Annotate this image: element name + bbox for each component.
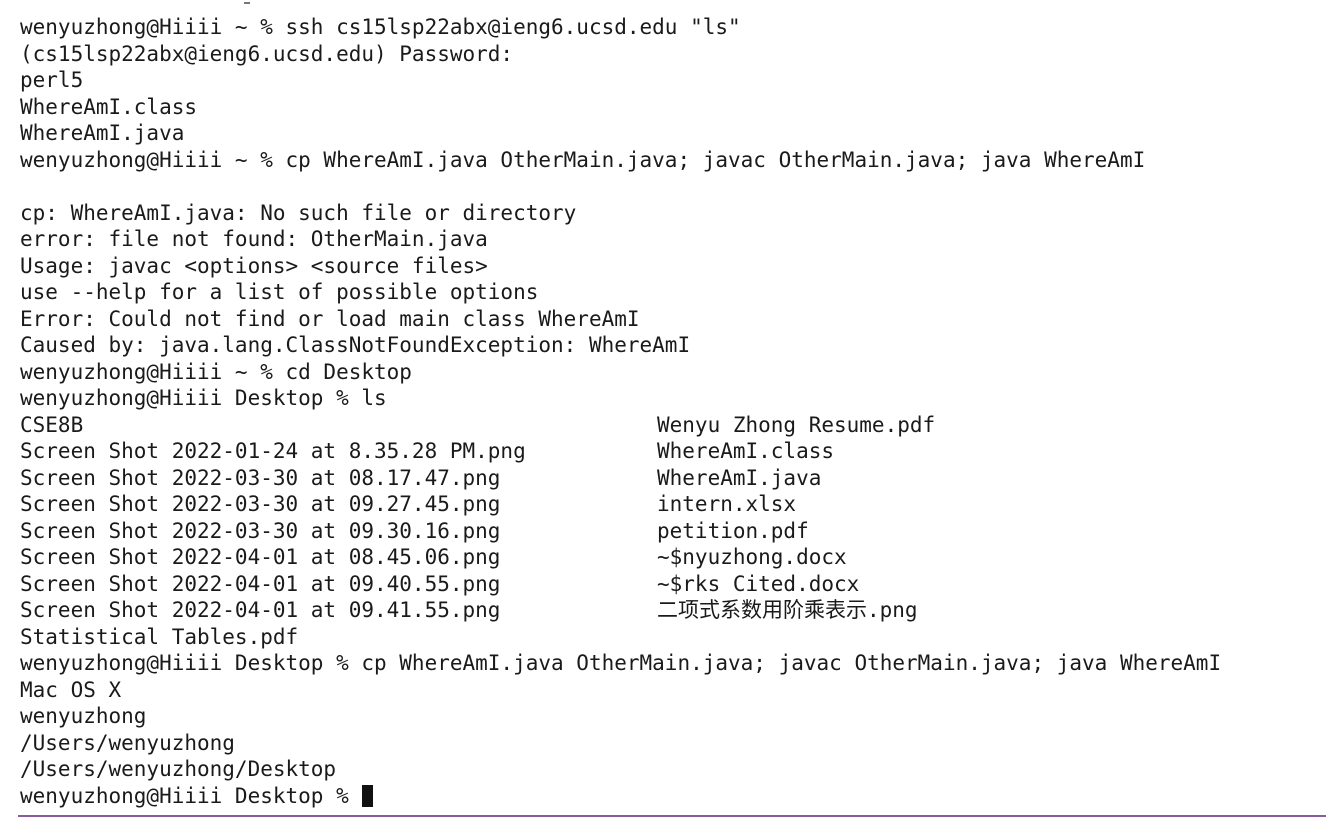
ls-entry-right: WhereAmI.class <box>657 439 835 463</box>
ls-entry-left: Screen Shot 2022-04-01 at 09.41.55.png <box>20 598 501 622</box>
ls-row: Statistical Tables.pdf <box>20 624 1322 651</box>
output-line: wenyuzhong@Hiiii ~ % ssh cs15lsp22abx@ie… <box>20 15 741 39</box>
ls-entry-left: Screen Shot 2022-03-30 at 09.27.45.png <box>20 492 501 516</box>
output-line: Caused by: java.lang.ClassNotFoundExcept… <box>20 333 691 357</box>
output-line: cp: WhereAmI.java: No such file or direc… <box>20 200 577 225</box>
scroll-indicator <box>244 2 250 4</box>
ls-row: Screen Shot 2022-03-30 at 09.27.45.png in… <box>20 491 1322 518</box>
ls-row: Screen Shot 2022-04-01 at 08.45.06.png ~$… <box>20 544 1322 571</box>
ls-entry-right: WhereAmI.java <box>657 465 822 490</box>
ls-entry-right: 二项式系数用阶乘表示.png <box>657 598 918 622</box>
ls-entry-left: CSE8B <box>20 412 84 437</box>
ls-entry-right: intern.xlsx <box>657 492 797 516</box>
output-line: (cs15lsp22abx@ieng6.ucsd.edu) Password: <box>20 41 514 66</box>
ls-entry-right: ~$rks Cited.docx <box>657 571 860 596</box>
ls-entry-left: Statistical Tables.pdf <box>20 624 299 649</box>
ls-entry-right: petition.pdf <box>657 518 809 543</box>
ls-row: Screen Shot 2022-03-30 at 08.17.47.png Wh… <box>20 465 1322 492</box>
output-line: WhereAmI.java <box>20 121 185 145</box>
output-line: Mac OS X <box>20 677 122 702</box>
ls-entry-left: Screen Shot 2022-04-01 at 08.45.06.png <box>20 545 501 569</box>
ls-row: Screen Shot 2022-01-24 at 8.35.28 PM.png… <box>20 438 1322 465</box>
ls-entry-left: Screen Shot 2022-01-24 at 8.35.28 PM.png <box>20 439 526 463</box>
output-line: wenyuzhong@Hiiii ~ % cd Desktop <box>20 359 412 384</box>
output-line: Error: Could not find or load main class… <box>20 306 640 331</box>
output-line: error: file not found: OtherMain.java <box>20 227 488 251</box>
text-cursor <box>362 784 374 807</box>
divider <box>18 815 1326 817</box>
output-line: WhereAmI.class <box>20 94 198 119</box>
ls-row: Screen Shot 2022-04-01 at 09.41.55.png 二项… <box>20 597 1322 624</box>
output-line: /Users/wenyuzhong/Desktop <box>20 757 337 781</box>
ls-entry-right: ~$nyuzhong.docx <box>657 545 847 569</box>
output-line: wenyuzhong@Hiiii Desktop % ls <box>20 386 387 410</box>
ls-row: Screen Shot 2022-03-30 at 09.30.16.png pe… <box>20 518 1322 545</box>
output-line: /Users/wenyuzhong <box>20 730 235 755</box>
terminal-output: wenyuzhong@Hiiii ~ % ssh cs15lsp22abx@ie… <box>20 14 1322 809</box>
terminal-window[interactable]: wenyuzhong@Hiiii ~ % ssh cs15lsp22abx@ie… <box>0 0 1332 818</box>
ls-entry-left: Screen Shot 2022-03-30 at 09.30.16.png <box>20 518 501 543</box>
ls-entry-right: Wenyu Zhong Resume.pdf <box>657 412 936 437</box>
output-line: perl5 <box>20 68 84 92</box>
shell-prompt: wenyuzhong@Hiiii Desktop % <box>20 783 362 808</box>
output-line: wenyuzhong@Hiiii Desktop % cp WhereAmI.j… <box>20 651 1222 675</box>
output-line: use --help for a list of possible option… <box>20 280 539 304</box>
output-line: wenyuzhong <box>20 704 147 728</box>
ls-entry-left: Screen Shot 2022-03-30 at 08.17.47.png <box>20 465 501 490</box>
output-line: wenyuzhong@Hiiii ~ % cp WhereAmI.java Ot… <box>20 147 1146 172</box>
ls-row: Screen Shot 2022-04-01 at 09.40.55.png ~$… <box>20 571 1322 598</box>
output-line: Usage: javac <options> <source files> <box>20 253 488 278</box>
command-prompt-line[interactable]: wenyuzhong@Hiiii Desktop % <box>20 783 1322 810</box>
ls-entry-left: Screen Shot 2022-04-01 at 09.40.55.png <box>20 571 501 596</box>
ls-row: CSE8B Wenyu Zhong Resume.pdf <box>20 412 1322 439</box>
